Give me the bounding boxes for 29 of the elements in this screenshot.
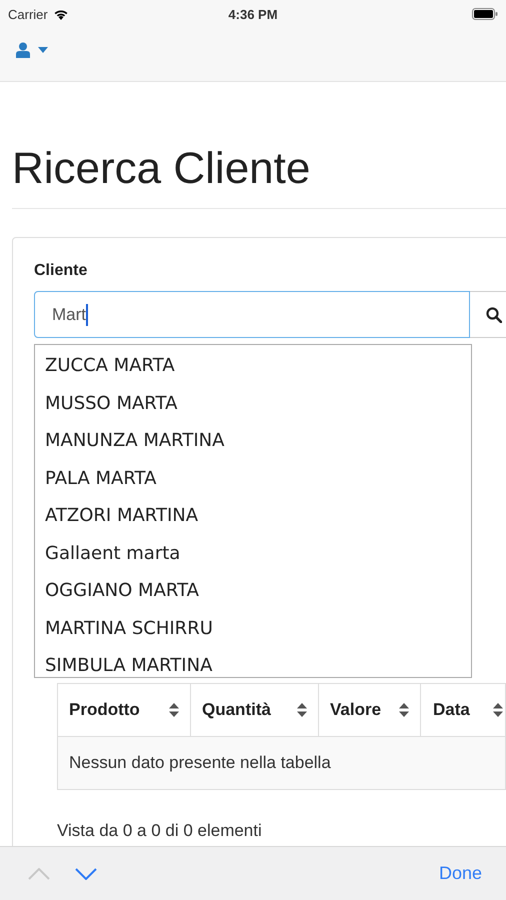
sort-icon [297, 703, 307, 717]
carrier-name: Carrier [8, 6, 48, 22]
search-icon [486, 306, 502, 322]
empty-message: Nessun dato presente nella tabella [58, 737, 505, 789]
field-label: Cliente [34, 262, 88, 280]
sort-icon [399, 703, 409, 717]
page-title: Ricerca Cliente [12, 143, 312, 195]
caret-icon [38, 46, 48, 52]
sort-icon [169, 703, 179, 717]
sort-icon [493, 703, 503, 717]
column-header[interactable]: Valore [319, 684, 421, 736]
suggestion-item[interactable]: SIMBULA MARTINA [45, 647, 471, 677]
suggestion-item[interactable]: PALA MARTA [45, 460, 471, 497]
column-header[interactable]: Prodotto [58, 684, 191, 736]
suggestion-item[interactable]: ZUCCA MARTA [45, 347, 471, 384]
search-field[interactable]: Mart [34, 291, 470, 338]
suggestion-item[interactable]: MUSSO MARTA [45, 384, 471, 422]
column-header[interactable]: Data [421, 684, 505, 736]
battery-icon [472, 8, 498, 20]
suggestion-item[interactable]: OGGIANO MARTA [45, 572, 471, 610]
status-time: 4:36 PM [228, 6, 278, 22]
suggestion-item[interactable]: Gallaent marta [45, 534, 471, 572]
suggestion-item[interactable]: MARTINA SCHIRRU [45, 610, 471, 647]
table-info: Vista da 0 a 0 di 0 elementi [57, 821, 263, 841]
column-header[interactable]: Quantità [191, 684, 319, 736]
suggestion-item[interactable]: MANUNZA MARTINA [45, 422, 471, 460]
suggestion-item[interactable]: ATZORI MARTINA [45, 497, 471, 534]
wifi-icon [52, 8, 69, 20]
user-icon [16, 42, 30, 58]
